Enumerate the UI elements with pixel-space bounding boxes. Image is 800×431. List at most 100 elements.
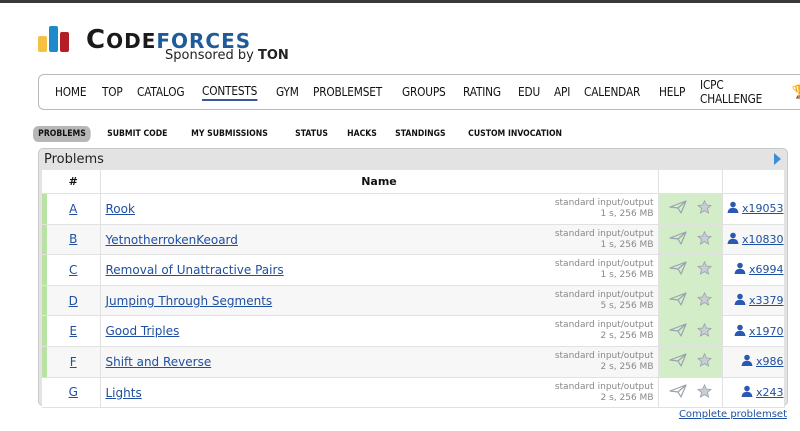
col-name-header: Name xyxy=(100,170,659,194)
col-solved-header xyxy=(722,170,785,194)
problem-name-cell: Removal of Unattractive Pairs standard in… xyxy=(100,254,659,286)
favourite-star-icon[interactable] xyxy=(696,291,712,309)
nav-api[interactable]: API xyxy=(554,85,570,99)
subtab-problems[interactable]: PROBLEMS xyxy=(33,126,91,142)
submit-icon[interactable] xyxy=(668,323,687,340)
problem-index-link[interactable]: F xyxy=(70,355,77,369)
nav-groups[interactable]: GROUPS xyxy=(402,85,446,99)
user-icon xyxy=(727,201,739,216)
problem-index-link[interactable]: G xyxy=(69,385,78,399)
nav-catalog[interactable]: CATALOG xyxy=(137,85,185,99)
main-nav: HOME TOP CATALOG CONTESTS GYM PROBLEMSET GROUP… xyxy=(38,74,800,110)
problem-name-link[interactable]: Removal of Unattractive Pairs xyxy=(106,263,284,277)
subtab-my-submissions[interactable]: MY SUBMISSIONS xyxy=(186,126,273,142)
table-row: A Rook standard input/output 1 s, 256 MB x19… xyxy=(42,193,785,225)
table-row: B YetnotherrokenKeoard standard input/outp… xyxy=(42,224,785,256)
problem-index-cell: C xyxy=(47,254,101,286)
problem-actions-cell xyxy=(658,346,723,378)
complete-problemset-link[interactable]: Complete problemset xyxy=(679,409,787,420)
problem-index-link[interactable]: A xyxy=(69,202,77,216)
col-index-header: # xyxy=(47,170,101,194)
subtab-submit-code[interactable]: SUBMIT CODE xyxy=(102,126,173,142)
nav-edu[interactable]: EDU xyxy=(518,85,540,99)
problem-index-link[interactable]: E xyxy=(69,324,77,338)
problem-actions-cell xyxy=(658,315,723,347)
solved-count-cell: x986 xyxy=(722,346,785,378)
problem-name-link[interactable]: Lights xyxy=(106,386,142,400)
col-status-header xyxy=(658,170,723,194)
nav-top[interactable]: TOP xyxy=(102,85,123,99)
problem-name-link[interactable]: Rook xyxy=(106,202,135,216)
favourite-star-icon[interactable] xyxy=(696,230,712,248)
problem-limits: standard input/output 2 s, 256 MB xyxy=(554,350,654,372)
submit-icon[interactable] xyxy=(668,200,687,217)
problem-index-link[interactable]: B xyxy=(69,232,77,246)
problem-name-cell: Shift and Reverse standard input/output 2 … xyxy=(100,346,659,378)
problem-index-link[interactable]: D xyxy=(69,294,78,308)
problem-limits: standard input/output 2 s, 256 MB xyxy=(554,320,654,342)
nav-contests[interactable]: CONTESTS xyxy=(201,84,257,101)
problem-index-cell: D xyxy=(47,285,101,317)
problem-name-link[interactable]: Jumping Through Segments xyxy=(106,294,273,308)
problem-index-cell: E xyxy=(47,315,101,347)
solved-count-cell: x19053 xyxy=(722,193,785,225)
solved-count-link[interactable]: x19053 xyxy=(742,202,784,215)
subtab-custom-invocation[interactable]: CUSTOM INVOCATION xyxy=(463,126,567,142)
problems-table: # Name A Rook standard input/output 1 s, 25… xyxy=(42,170,785,409)
solved-count-link[interactable]: x3379 xyxy=(749,294,784,307)
problem-limits: standard input/output 2 s, 256 MB xyxy=(554,381,654,403)
nav-home[interactable]: HOME xyxy=(55,85,87,99)
problem-actions-cell xyxy=(658,285,723,317)
nav-calendar[interactable]: CALENDAR xyxy=(584,85,640,99)
problem-limits: standard input/output 1 s, 256 MB xyxy=(554,228,654,250)
user-icon xyxy=(727,232,739,247)
problem-actions-cell xyxy=(658,254,723,286)
table-row: C Removal of Unattractive Pairs standard i… xyxy=(42,254,785,286)
nav-gym[interactable]: GYM xyxy=(276,85,299,99)
nav-rating[interactable]: RATING xyxy=(463,85,501,99)
top-border xyxy=(0,0,800,3)
favourite-star-icon[interactable] xyxy=(696,200,712,217)
favourite-star-icon[interactable] xyxy=(696,383,712,401)
favourite-star-icon[interactable] xyxy=(696,322,712,340)
solved-count-cell: x1970 xyxy=(722,315,785,347)
solved-count-link[interactable]: x1970 xyxy=(749,325,784,338)
problem-name-link[interactable]: YetnotherrokenKeoard xyxy=(106,233,238,247)
submit-icon[interactable] xyxy=(668,231,687,248)
submit-icon[interactable] xyxy=(668,292,687,309)
problem-name-cell: Good Triples standard input/output 2 s, 25… xyxy=(100,315,659,347)
submit-icon[interactable] xyxy=(668,384,687,401)
problem-name-cell: Lights standard input/output 2 s, 256 MB xyxy=(100,377,659,409)
problem-index-link[interactable]: C xyxy=(69,263,77,277)
solved-count-cell: x6994 xyxy=(722,254,785,286)
solved-count-link[interactable]: x10830 xyxy=(742,233,784,246)
user-icon xyxy=(734,262,746,277)
problem-actions-cell xyxy=(658,193,723,225)
solved-count-link[interactable]: x6994 xyxy=(749,263,784,276)
nav-icpc-challenge[interactable]: ICPC CHALLENGE xyxy=(700,78,783,106)
table-row: D Jumping Through Segments standard input/… xyxy=(42,285,785,317)
favourite-star-icon[interactable] xyxy=(696,261,712,278)
problem-index-cell: F xyxy=(47,346,101,378)
nav-help[interactable]: HELP xyxy=(659,85,685,99)
solved-count-link[interactable]: x243 xyxy=(756,386,784,399)
subtab-status[interactable]: STATUS xyxy=(290,126,333,142)
table-row: G Lights standard input/output 2 s, 256 MB x… xyxy=(42,377,785,409)
solved-count-link[interactable]: x986 xyxy=(756,355,784,368)
solved-count-cell: x10830 xyxy=(722,224,785,256)
problem-name-link[interactable]: Good Triples xyxy=(106,324,180,338)
problem-index-cell: B xyxy=(47,224,101,256)
problem-limits: standard input/output 1 s, 256 MB xyxy=(554,259,654,281)
nav-problemset[interactable]: PROBLEMSET xyxy=(313,85,382,99)
problem-name-link[interactable]: Shift and Reverse xyxy=(106,355,212,369)
user-icon xyxy=(741,385,753,400)
problem-limits: standard input/output 1 s, 256 MB xyxy=(554,198,654,219)
submit-icon[interactable] xyxy=(668,261,687,278)
submit-icon[interactable] xyxy=(668,353,687,370)
problem-actions-cell xyxy=(658,224,723,256)
user-icon xyxy=(734,324,746,339)
subtab-hacks[interactable]: HACKS xyxy=(342,126,382,142)
subtab-standings[interactable]: STANDINGS xyxy=(390,126,451,142)
favourite-star-icon[interactable] xyxy=(696,353,712,370)
expand-arrow-icon[interactable] xyxy=(774,153,781,165)
